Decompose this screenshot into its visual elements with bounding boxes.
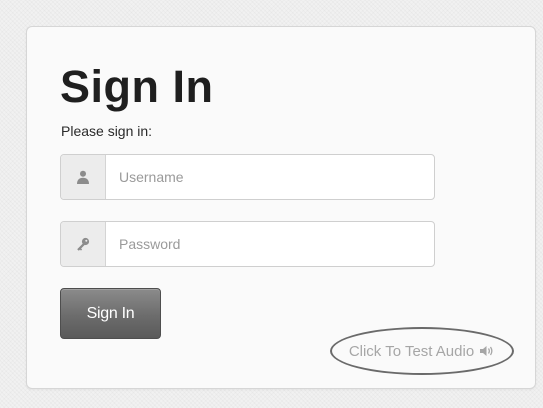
sign-in-button[interactable]: Sign In [60, 288, 161, 339]
test-audio-link[interactable]: Click To Test Audio [330, 327, 514, 375]
key-icon [61, 222, 106, 266]
sign-in-card: Sign In Please sign in: Sign In Click To… [26, 26, 536, 389]
password-field [60, 221, 435, 267]
username-input[interactable] [106, 155, 434, 199]
page-title: Sign In [60, 61, 214, 112]
username-field [60, 154, 435, 200]
speaker-icon [479, 345, 495, 357]
password-input[interactable] [106, 222, 434, 266]
test-audio-label: Click To Test Audio [348, 342, 475, 360]
user-icon [61, 155, 106, 199]
sign-in-prompt: Please sign in: [61, 123, 153, 139]
